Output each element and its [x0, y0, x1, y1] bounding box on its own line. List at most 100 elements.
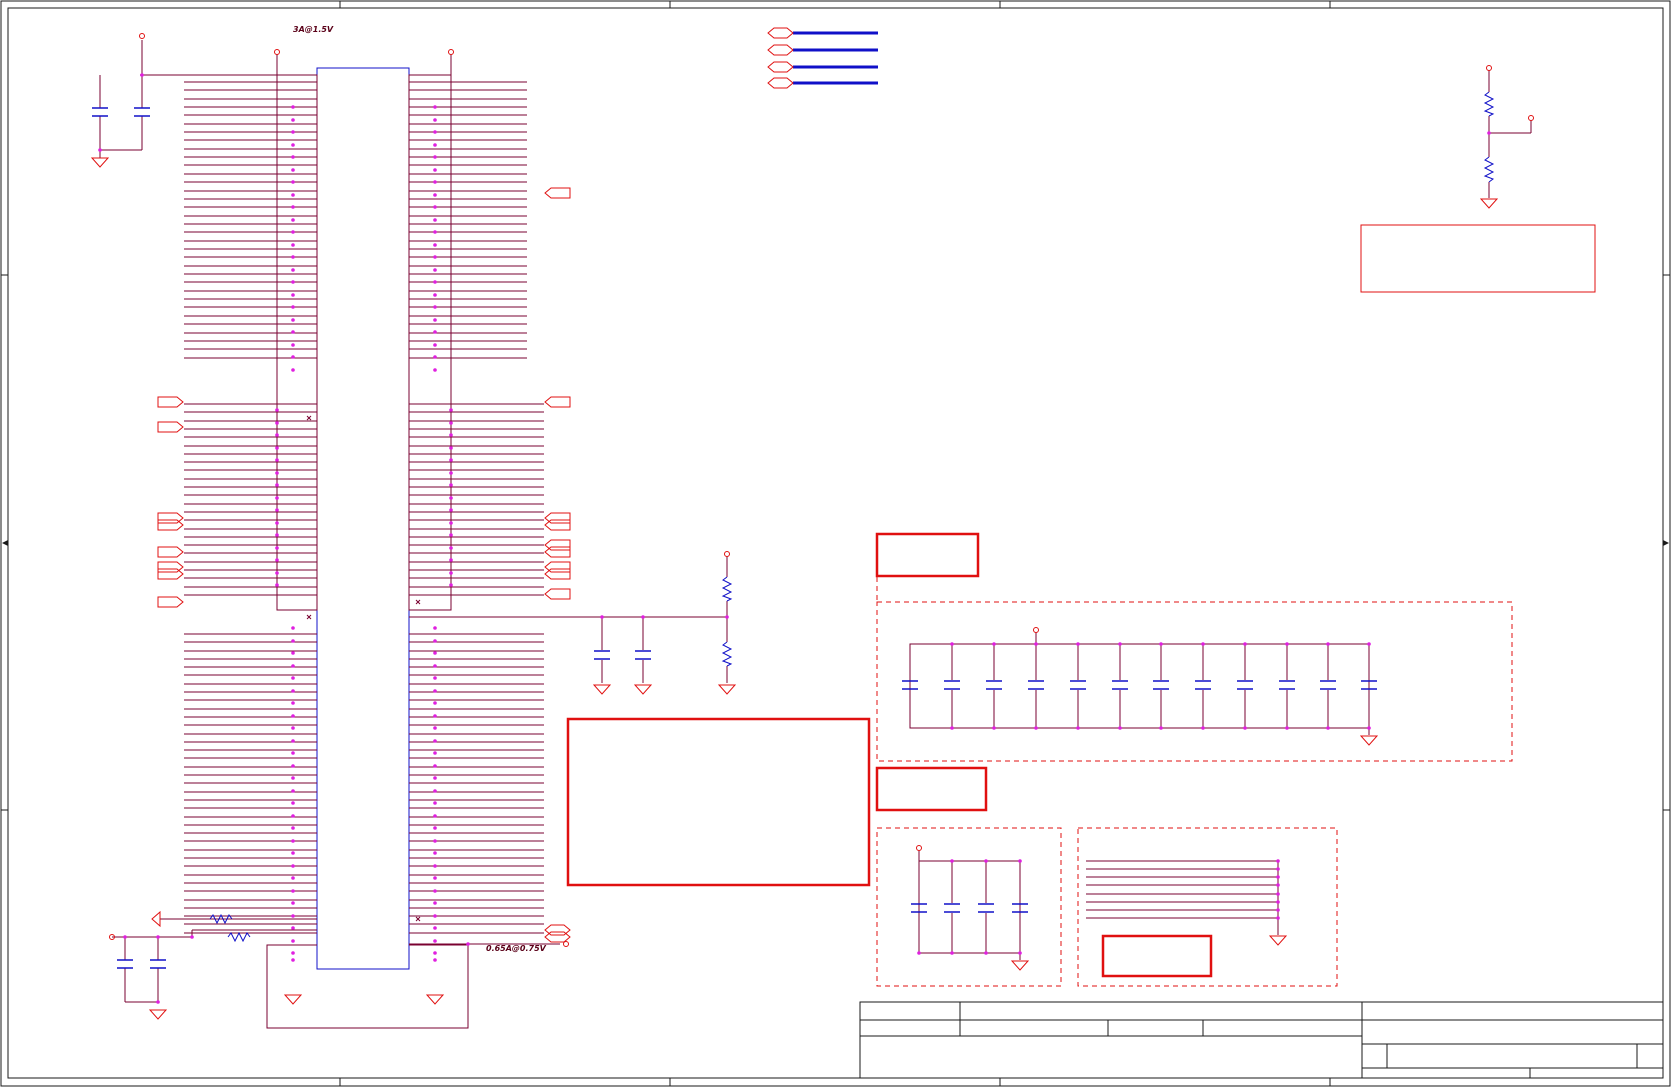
hexagon-port-icon [157, 568, 184, 580]
junction-dot [291, 926, 295, 930]
junction-dot [433, 651, 437, 655]
junction-dot [433, 305, 437, 309]
junction-dot [1276, 916, 1280, 920]
junction-dot [291, 839, 295, 843]
hexagon-port-icon [544, 588, 571, 600]
junction-dot [1243, 726, 1247, 730]
junction-dot [449, 533, 453, 537]
junction-dot [433, 776, 437, 780]
top-left-decoupling [99, 40, 143, 158]
junction-dot [433, 205, 437, 209]
junction-dot [449, 508, 453, 512]
junction-dot [291, 218, 295, 222]
junction-dot [449, 583, 453, 587]
junction-dot [1367, 642, 1371, 646]
junction-dot [433, 826, 437, 830]
ground-triangle-icon [90, 157, 110, 168]
junction-dot [433, 280, 437, 284]
hexagon-port-icon [544, 931, 571, 943]
junction-dot [275, 458, 279, 462]
junction-dot [291, 280, 295, 284]
junction-dot [433, 343, 437, 347]
junction-dot [291, 939, 295, 943]
junction-dot [291, 914, 295, 918]
junction-dot [433, 639, 437, 643]
capacitor-icon [978, 903, 994, 913]
capacitor-icon [1320, 680, 1336, 690]
small-decoupling-bank [918, 851, 1021, 960]
ground-triangle-icon [151, 910, 161, 928]
junction-dot [433, 105, 437, 109]
ground-triangle-icon [1479, 198, 1499, 209]
pin-lines [184, 81, 544, 934]
title-block [859, 1001, 1664, 1079]
junction-dot [275, 433, 279, 437]
junction-dot [275, 583, 279, 587]
junction-dot [433, 926, 437, 930]
hexagon-port-icon [767, 61, 794, 73]
capacitor-icon [944, 903, 960, 913]
connector-body [316, 67, 410, 970]
junction-dot [1201, 726, 1205, 730]
junction-dot [291, 801, 295, 805]
junction-dot [433, 901, 437, 905]
hexagon-port-icon [157, 519, 184, 531]
junction-dot [291, 764, 295, 768]
junction-dot [433, 243, 437, 247]
junction-dot [1276, 867, 1280, 871]
junction-dot [1159, 642, 1163, 646]
junction-dot [641, 615, 645, 619]
junction-dot [1276, 883, 1280, 887]
junction-dot [1326, 726, 1330, 730]
junction-dot [1276, 908, 1280, 912]
capacitor-icon [1195, 680, 1211, 690]
junction-dot [1018, 859, 1022, 863]
power-pin-circle-icon [1033, 627, 1039, 633]
junction-dot [291, 901, 295, 905]
rail-label-bottom: 0.65A@0.75V [486, 944, 547, 953]
hexagon-port-icon [157, 546, 184, 558]
note-boxes [566, 224, 1596, 978]
hexagon-port-icon [157, 421, 184, 433]
hexagon-port-icon [157, 396, 184, 408]
junction-dot [433, 155, 437, 159]
junction-dot [433, 664, 437, 668]
junction-dot [1076, 642, 1080, 646]
junction-dot [433, 714, 437, 718]
junction-dot [291, 851, 295, 855]
junction-dot [291, 343, 295, 347]
capacitor-icon [944, 680, 960, 690]
capacitor-icon [1237, 680, 1253, 690]
junction-dot [433, 814, 437, 818]
main-connector [140, 54, 560, 1029]
junction-dot [449, 421, 453, 425]
capacitor-icon [134, 107, 150, 117]
junction-dot [291, 726, 295, 730]
junction-dot [1487, 131, 1491, 135]
junction-dot [433, 789, 437, 793]
capacitor-icon [92, 107, 108, 117]
power-spine-right [408, 74, 452, 611]
junction-dot [950, 951, 954, 955]
note-box-top-right [1360, 224, 1596, 293]
junction-dot [291, 701, 295, 705]
no-connect-mark-icon [415, 599, 421, 605]
junction-dot [433, 864, 437, 868]
junction-dot [449, 471, 453, 475]
junction-dot [449, 433, 453, 437]
junction-dot [291, 751, 295, 755]
junction-dot [291, 651, 295, 655]
junction-dot [449, 458, 453, 462]
junction-dot [992, 726, 996, 730]
junction-dot [291, 130, 295, 134]
junction-dot [291, 243, 295, 247]
junction-dot [291, 626, 295, 630]
junction-dot [291, 268, 295, 272]
hexagon-port-icon [157, 596, 184, 608]
junction-dot [1201, 642, 1205, 646]
junction-dot [433, 118, 437, 122]
power-pin-circle-icon [1528, 115, 1534, 121]
junction-dot [275, 483, 279, 487]
junction-dot [291, 105, 295, 109]
ground-triangle-icon [90, 157, 1499, 1020]
